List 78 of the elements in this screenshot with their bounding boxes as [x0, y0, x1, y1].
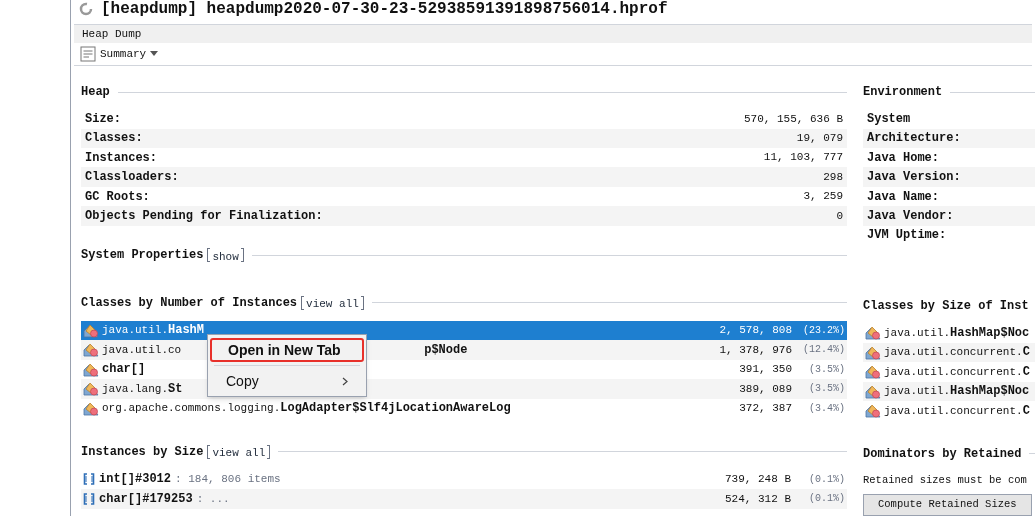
- section-link[interactable]: view all: [304, 293, 361, 313]
- instance-count: 372, 387: [739, 401, 792, 417]
- array-icon: [83, 473, 95, 486]
- section-title: Environment: [863, 84, 943, 102]
- tab-label[interactable]: Heap Dump: [82, 25, 142, 43]
- heap-value: 0: [836, 208, 843, 224]
- environment-label: Java Version:: [867, 169, 961, 187]
- class-icon: [865, 383, 881, 399]
- instance-count: 1, 378, 976: [719, 342, 792, 358]
- class-name-suffix: p$Node: [424, 341, 468, 359]
- instance-percent: (12.4%): [802, 343, 845, 358]
- class-icon: [865, 403, 881, 419]
- class-icon: [865, 344, 881, 360]
- class-icon: [83, 342, 99, 358]
- heap-label: Objects Pending for Finalization:: [85, 207, 323, 225]
- instance-count: 391, 350: [739, 362, 792, 378]
- class-icon: [83, 361, 99, 377]
- instance-percent: (3.5%): [808, 362, 845, 377]
- class-name[interactable]: java.util.concurrent.C: [884, 401, 1030, 420]
- class-icon: [865, 364, 881, 380]
- loading-spinner-icon: [79, 2, 93, 16]
- heap-label: GC Roots:: [85, 188, 150, 206]
- class-name[interactable]: java.util.HashMap$Noc: [884, 323, 1030, 342]
- heap-label: Classes:: [85, 130, 143, 148]
- instance-percent: (3.5%): [808, 382, 845, 397]
- environment-label: Java Home:: [867, 149, 939, 167]
- section-title: Heap: [81, 84, 110, 102]
- instance-detail: : 184, 806 items: [175, 472, 281, 488]
- environment-label: Java Name:: [867, 188, 939, 206]
- instance-name[interactable]: int[]#3012: [99, 470, 171, 489]
- class-name[interactable]: java.lang.St: [102, 379, 183, 398]
- class-name[interactable]: java.util.HashM: [102, 321, 205, 340]
- heap-label: Instances:: [85, 149, 157, 167]
- class-icon: [865, 325, 881, 341]
- heap-value: 19, 079: [796, 131, 843, 147]
- heap-value: 3, 259: [803, 189, 843, 205]
- instance-name[interactable]: char[]#179253: [99, 489, 193, 508]
- instance-percent: (3.4%): [808, 401, 845, 416]
- instance-size: 739, 248 B: [725, 472, 791, 488]
- heap-label: Classloaders:: [85, 169, 179, 187]
- caret-icon: [150, 50, 159, 57]
- compute-retained-sizes-button[interactable]: Compute Retained Sizes: [863, 494, 1032, 516]
- context-menu-item[interactable]: Open in New Tab: [210, 338, 364, 362]
- environment-label: Java Vendor:: [867, 207, 954, 225]
- class-name[interactable]: java.util.concurrent.C: [884, 362, 1030, 381]
- section-title: System Properties: [81, 247, 204, 265]
- window-title: [heapdump] heapdump2020-07-30-23-52938591391898756014.hprof: [101, 0, 668, 20]
- environment-label: System: [867, 110, 911, 128]
- heap-value: 298: [823, 169, 843, 185]
- class-name[interactable]: org.apache.commons.logging.LogAdapter$Slf4jLocationAwareLog: [102, 399, 511, 418]
- instance-percent: (0.1%): [808, 472, 845, 487]
- class-icon: [83, 381, 99, 397]
- section-link[interactable]: view all: [210, 442, 268, 462]
- heap-label: Size:: [85, 110, 121, 128]
- instance-percent: (0.1%): [808, 492, 845, 507]
- array-icon: [83, 492, 95, 505]
- section-title: Classes by Number of Instances: [81, 294, 298, 312]
- retained-sizes-note: Retained sizes must be com: [863, 472, 1028, 488]
- instance-detail: : ...: [196, 491, 230, 507]
- instance-count: 389, 089: [739, 381, 792, 397]
- summary-dropdown[interactable]: Summary: [100, 45, 159, 63]
- environment-label: JVM Uptime:: [867, 227, 947, 245]
- instance-count: 2, 578, 808: [719, 323, 792, 339]
- class-icon: [83, 400, 99, 416]
- context-menu-item[interactable]: Copy: [210, 369, 364, 393]
- section-title: Classes by Size of Inst: [863, 298, 1029, 315]
- section-title: Dominators by Retained: [863, 445, 1022, 463]
- class-name[interactable]: char[]: [102, 360, 146, 379]
- instance-percent: (23.2%): [802, 323, 845, 338]
- section-link[interactable]: show: [210, 245, 241, 266]
- class-icon: [83, 322, 99, 338]
- section-title: Instances by Size: [81, 443, 204, 461]
- instance-size: 524, 312 B: [725, 491, 791, 507]
- environment-label: Architecture:: [867, 130, 961, 148]
- heap-value: 570, 155, 636 B: [743, 111, 843, 127]
- heap-value: 11, 103, 777: [763, 150, 843, 166]
- class-name[interactable]: java.util.co: [102, 340, 182, 359]
- document-icon: [80, 45, 96, 62]
